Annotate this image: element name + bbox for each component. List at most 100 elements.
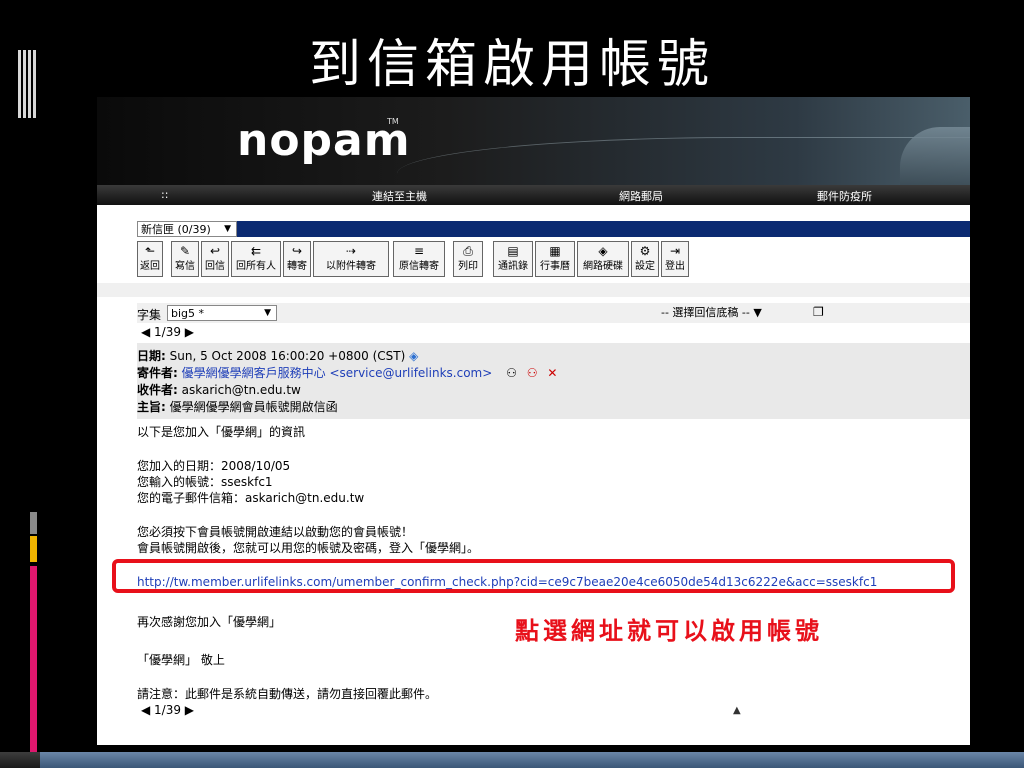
- charset-select[interactable]: big5 * ▼: [167, 305, 277, 321]
- to-value: askarich@tn.edu.tw: [181, 383, 301, 397]
- folder-bar: 新信匣 (0/39) ▼: [137, 221, 970, 237]
- chevron-down-icon: ▼: [264, 308, 271, 318]
- reply-template-select[interactable]: -- 選擇回信底稿 -- ▼: [661, 305, 809, 321]
- reply-all-button[interactable]: ⇇ 回所有人: [231, 241, 281, 277]
- accent-gray: [30, 512, 37, 534]
- body-account: 您輸入的帳號：sseskfc1: [137, 475, 273, 489]
- banner-graphic: [900, 127, 970, 185]
- netdisk-icon: ◈: [598, 244, 608, 258]
- template-edit-icon[interactable]: ❐: [813, 305, 824, 319]
- to-line: 收件者: askarich@tn.edu.tw: [137, 381, 301, 398]
- forward-label: 轉寄: [287, 261, 307, 272]
- date-line: 日期: Sun, 5 Oct 2008 16:00:20 +0800 (CST)…: [137, 347, 418, 364]
- forward-original-icon: ≡: [413, 244, 425, 258]
- red-annotation: 點選網址就可以啟用帳號: [515, 616, 823, 645]
- subject-label: 主旨:: [137, 400, 166, 414]
- calendar-button[interactable]: ▦ 行事曆: [535, 241, 575, 277]
- from-line: 寄件者: 優學網優學網客戶服務中心 <service@urlifelinks.c…: [137, 364, 557, 381]
- scroll-top-icon[interactable]: ▲: [733, 705, 741, 716]
- forward-attach-icon: ⇢: [345, 244, 357, 258]
- site-banner: nopam TM: [97, 97, 970, 185]
- accent-pink: [30, 566, 37, 752]
- calendar-label: 行事曆: [540, 261, 570, 272]
- charset-row: 字集 big5 * ▼ -- 選擇回信底稿 -- ▼ ❐: [137, 303, 970, 323]
- to-label: 收件者:: [137, 383, 178, 397]
- logout-label: 登出: [665, 261, 685, 272]
- from-label: 寄件者:: [137, 366, 178, 380]
- reply-label: 回信: [205, 261, 225, 272]
- settings-label: 設定: [635, 261, 655, 272]
- nav-link-host[interactable]: 連結至主機: [372, 188, 427, 204]
- calendar-icon: ▦: [549, 244, 561, 258]
- body-instruction-1: 您必須按下會員帳號開啟連結以啟動您的會員帳號！: [137, 525, 414, 539]
- charset-select-value: big5 *: [171, 307, 205, 320]
- compose-button[interactable]: ✎ 寫信: [171, 241, 199, 277]
- subject-value: 優學網優學網會員帳號開啟信函: [169, 400, 338, 414]
- reply-button[interactable]: ↩ 回信: [201, 241, 229, 277]
- folder-select[interactable]: 新信匣 (0/39) ▼: [137, 221, 237, 237]
- logout-icon: ⇥: [669, 244, 681, 258]
- forward-icon: ↪: [291, 244, 303, 258]
- nav-link-post[interactable]: 網路郵局: [619, 188, 663, 204]
- addressbook-icon: ▤: [507, 244, 519, 258]
- activation-link[interactable]: http://tw.member.urlifelinks.com/umember…: [137, 575, 877, 589]
- netdisk-button[interactable]: ◈ 網路硬碟: [577, 241, 629, 277]
- add-contact-icon[interactable]: ⚇: [506, 366, 517, 380]
- body-email: 您的電子郵件信箱：askarich@tn.edu.tw: [137, 491, 365, 505]
- from-value[interactable]: 優學網優學網客戶服務中心 <service@urlifelinks.com>: [182, 366, 493, 380]
- block-sender-icon[interactable]: ⚇: [527, 366, 538, 380]
- body-sign: 「優學網」 敬上: [137, 653, 225, 667]
- reply-icon: ↩: [209, 244, 221, 258]
- top-navbar: :: 連結至主機 網路郵局 郵件防疫所: [97, 185, 970, 205]
- folder-select-value: 新信匣 (0/39): [141, 223, 211, 236]
- slide-title: 到信箱啟用帳號: [308, 35, 715, 95]
- back-icon: ⬑: [144, 244, 156, 258]
- nopam-logo: nopam: [237, 115, 411, 166]
- body-notice: 請注意：此郵件是系統自動傳送，請勿直接回覆此郵件。: [137, 687, 438, 701]
- charset-label: 字集: [137, 308, 162, 322]
- forward-attach-label: 以附件轉寄: [326, 261, 376, 272]
- date-value: Sun, 5 Oct 2008 16:00:20 +0800 (CST): [169, 349, 406, 363]
- mail-headers: 日期: Sun, 5 Oct 2008 16:00:20 +0800 (CST)…: [137, 343, 970, 419]
- slide-footer-bar: [0, 752, 1024, 768]
- accent-yellow: [30, 536, 37, 562]
- toolbar-divider: [97, 283, 970, 297]
- webmail-window: nopam TM :: 連結至主機 網路郵局 郵件防疫所 新信匣 (0/39) …: [97, 97, 970, 745]
- netdisk-label: 網路硬碟: [583, 261, 623, 272]
- compose-label: 寫信: [175, 261, 195, 272]
- chevron-down-icon: ▼: [224, 224, 231, 234]
- body-intro: 以下是您加入「優學網」的資訊: [137, 425, 306, 439]
- nav-link-antivirus[interactable]: 郵件防疫所: [817, 188, 872, 204]
- nav-separator: ::: [161, 188, 169, 201]
- print-icon: ⎙: [463, 244, 473, 258]
- date-label: 日期:: [137, 349, 166, 363]
- logout-button[interactable]: ⇥ 登出: [661, 241, 689, 277]
- mail-content: 新信匣 (0/39) ▼ ⬑ 返回 ✎ 寫信 ↩ 回信 ⇇ 回所有人 ↪ 轉寄 ⇢ 以附件轉…: [97, 205, 970, 745]
- pager-bottom[interactable]: ◀ 1/39 ▶: [141, 703, 194, 717]
- forward-original-label: 原信轉寄: [399, 261, 439, 272]
- settings-icon: ⚙: [639, 244, 651, 258]
- chevron-down-icon: ▼: [753, 306, 762, 319]
- back-button[interactable]: ⬑ 返回: [137, 241, 163, 277]
- forward-attach-button[interactable]: ⇢ 以附件轉寄: [313, 241, 389, 277]
- reply-all-label: 回所有人: [236, 261, 276, 272]
- print-label: 列印: [458, 261, 478, 272]
- logo-trademark: TM: [387, 117, 399, 126]
- forward-original-button[interactable]: ≡ 原信轉寄: [393, 241, 445, 277]
- addressbook-button[interactable]: ▤ 通訊錄: [493, 241, 533, 277]
- body-joined: 您加入的日期：2008/10/05: [137, 459, 291, 473]
- reply-template-value: -- 選擇回信底稿 --: [661, 306, 750, 319]
- reply-all-icon: ⇇: [250, 244, 262, 258]
- addressbook-label: 通訊錄: [498, 261, 528, 272]
- forward-button[interactable]: ↪ 轉寄: [283, 241, 311, 277]
- body-thanks: 再次感謝您加入「優學網」: [137, 615, 282, 629]
- subject-line: 主旨: 優學網優學網會員帳號開啟信函: [137, 398, 338, 415]
- body-instruction-2: 會員帳號開啟後，您就可以用您的帳號及密碼，登入「優學網」。: [137, 541, 480, 555]
- settings-button[interactable]: ⚙ 設定: [631, 241, 659, 277]
- tag-icon[interactable]: ◈: [409, 349, 418, 363]
- pager-top[interactable]: ◀ 1/39 ▶: [141, 325, 194, 339]
- back-label: 返回: [140, 261, 160, 272]
- compose-icon: ✎: [179, 244, 191, 258]
- delete-sender-icon[interactable]: ✕: [547, 366, 557, 380]
- print-button[interactable]: ⎙ 列印: [453, 241, 483, 277]
